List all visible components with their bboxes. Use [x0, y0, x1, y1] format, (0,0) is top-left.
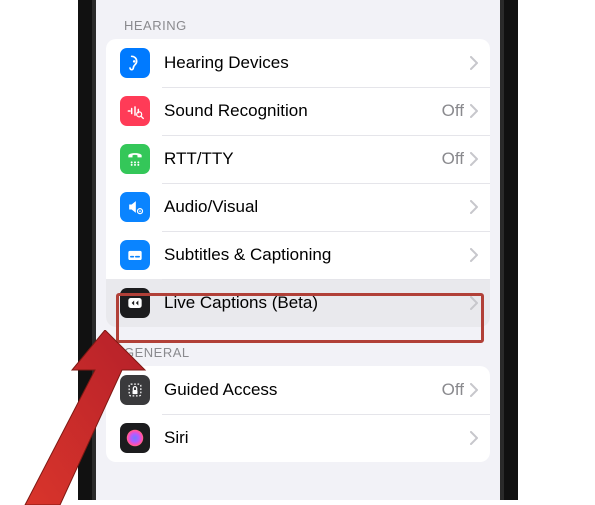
caption-box-icon	[120, 240, 150, 270]
chevron-right-icon	[470, 104, 478, 118]
row-audio-visual[interactable]: Audio/Visual	[106, 183, 490, 231]
live-caption-icon	[120, 288, 150, 318]
row-label: Live Captions (Beta)	[164, 293, 464, 313]
chevron-right-icon	[470, 248, 478, 262]
lock-frame-icon	[120, 375, 150, 405]
chevron-right-icon	[470, 200, 478, 214]
chevron-right-icon	[470, 296, 478, 310]
siri-orb-icon	[120, 423, 150, 453]
ear-icon	[120, 48, 150, 78]
group-hearing: Hearing Devices Sound Recognition Off RT…	[106, 39, 490, 327]
row-guided-access[interactable]: Guided Access Off	[106, 366, 490, 414]
chevron-right-icon	[470, 383, 478, 397]
row-label: Siri	[164, 428, 464, 448]
row-sound-recognition[interactable]: Sound Recognition Off	[106, 87, 490, 135]
bezel-right	[500, 0, 504, 500]
bezel-left	[92, 0, 96, 500]
phone-old-icon	[120, 144, 150, 174]
row-label: Hearing Devices	[164, 53, 464, 73]
wave-search-icon	[120, 96, 150, 126]
row-subtitles-captioning[interactable]: Subtitles & Captioning	[106, 231, 490, 279]
row-label: Subtitles & Captioning	[164, 245, 464, 265]
row-status: Off	[442, 101, 464, 121]
row-label: RTT/TTY	[164, 149, 442, 169]
row-siri[interactable]: Siri	[106, 414, 490, 462]
group-general: Guided Access Off Siri	[106, 366, 490, 462]
row-status: Off	[442, 380, 464, 400]
row-label: Audio/Visual	[164, 197, 464, 217]
speaker-eye-icon	[120, 192, 150, 222]
row-label: Guided Access	[164, 380, 442, 400]
chevron-right-icon	[470, 152, 478, 166]
row-rtt-tty[interactable]: RTT/TTY Off	[106, 135, 490, 183]
section-header-hearing: HEARING	[92, 0, 504, 39]
section-header-general: GENERAL	[92, 327, 504, 366]
row-hearing-devices[interactable]: Hearing Devices	[106, 39, 490, 87]
phone-screen: HEARING Hearing Devices Sound Recognitio…	[78, 0, 518, 500]
chevron-right-icon	[470, 56, 478, 70]
chevron-right-icon	[470, 431, 478, 445]
row-label: Sound Recognition	[164, 101, 442, 121]
row-status: Off	[442, 149, 464, 169]
row-live-captions[interactable]: Live Captions (Beta)	[106, 279, 490, 327]
